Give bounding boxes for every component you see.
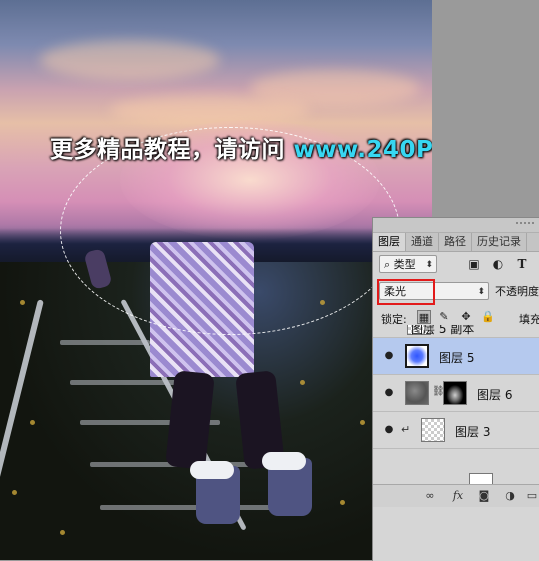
add-mask-icon[interactable]: ◙ [477, 489, 491, 503]
tab-history[interactable]: 历史记录 [472, 233, 527, 251]
link-layers-icon[interactable]: ∞ [423, 489, 437, 503]
flower [12, 490, 17, 495]
panel-tabs: 图层 通道 路径 历史记录 [373, 233, 539, 252]
layer-row-selected[interactable]: ● 图层 5 [373, 338, 539, 375]
flower [60, 530, 65, 535]
boot-fur [190, 461, 234, 479]
layer-name: 图层 5 [439, 351, 475, 365]
panel-header[interactable] [373, 218, 539, 233]
flower [340, 500, 345, 505]
layer-filter-select[interactable]: ⌕ 类型 ⬍ [379, 255, 437, 273]
boot-fur [262, 452, 306, 470]
opacity-label: 不透明度 [495, 285, 539, 298]
layer-thumbnail [421, 418, 445, 442]
layer-thumbnail [405, 344, 429, 368]
watermark: 更多精品教程，请访问 www.240PS.com [50, 130, 432, 164]
blend-mode-highlight [377, 279, 435, 305]
rail-tie [70, 380, 180, 385]
lock-brush-icon[interactable]: ✎ [437, 310, 451, 324]
flower [20, 300, 25, 305]
tab-channels[interactable]: 通道 [406, 233, 439, 251]
layer-row[interactable]: ● ⛓ 图层 6 [373, 375, 539, 412]
new-group-icon[interactable]: ▭ [525, 489, 539, 503]
lock-move-icon[interactable]: ✥ [459, 310, 473, 324]
layer-name: 图层 5 副本 [411, 325, 475, 336]
eye-icon[interactable]: ● [383, 350, 395, 362]
flower [360, 420, 365, 425]
watermark-text: 更多精品教程，请访问 [50, 137, 285, 163]
layer-name: 图层 6 [477, 388, 513, 402]
eye-icon[interactable]: ● [383, 424, 395, 436]
cloud [110, 95, 310, 125]
adjustment-layer-icon[interactable]: ◑ [503, 489, 517, 503]
layer-mask-thumbnail[interactable] [443, 381, 467, 405]
watermark-url: www.240PS.com [293, 137, 432, 163]
rail-tie [60, 340, 150, 345]
eye-icon[interactable]: ● [383, 387, 395, 399]
dropdown-arrow-icon: ⬍ [477, 287, 485, 297]
image-filter-icon[interactable]: ▣ [467, 257, 481, 271]
cloud [40, 40, 220, 80]
layer-row[interactable]: ● ↵ 图层 3 [373, 412, 539, 449]
lock-transparency-icon[interactable]: ▦ [417, 310, 431, 324]
layers-panel: 图层 通道 路径 历史记录 ⌕ 类型 ⬍ ▣ ◐ T 柔光 ⬍ 不透明度 锁定:… [372, 217, 539, 561]
dropdown-arrow-icon: ⬍ [425, 260, 433, 270]
layer-name: 图层 3 [455, 425, 491, 439]
adjustment-filter-icon[interactable]: ◐ [491, 257, 505, 271]
tab-paths[interactable]: 路径 [439, 233, 472, 251]
clipping-arrow-icon: ↵ [401, 423, 411, 436]
layer-filter-label: 类型 [393, 258, 416, 271]
layer-row-partial[interactable] [373, 449, 539, 497]
layer-row-partial[interactable]: 图层 5 副本 [373, 325, 539, 338]
fx-icon[interactable]: fx [451, 489, 465, 503]
layer-thumbnail [405, 381, 429, 405]
document-canvas[interactable]: 更多精品教程，请访问 www.240PS.com [0, 0, 432, 560]
search-icon: ⌕ [384, 258, 391, 271]
type-filter-icon[interactable]: T [515, 257, 529, 271]
flower [300, 380, 305, 385]
panel-grip-icon[interactable] [516, 222, 534, 228]
lock-all-icon[interactable]: 🔒 [481, 310, 495, 324]
flower [30, 420, 35, 425]
tab-layers[interactable]: 图层 [373, 233, 406, 251]
panel-bottom-toolbar: ∞ fx ◙ ◑ ▭ [373, 484, 539, 507]
